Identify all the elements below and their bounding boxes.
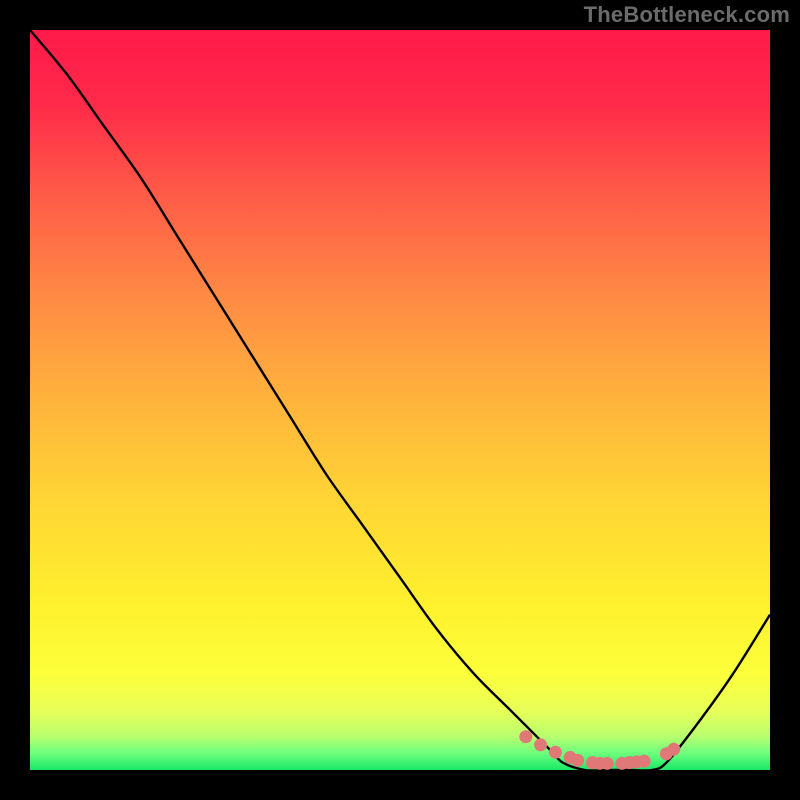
watermark-text: TheBottleneck.com [584, 2, 790, 28]
bottleneck-chart [0, 0, 800, 800]
optimal-dot [549, 746, 562, 759]
optimal-dot [601, 757, 614, 770]
optimal-dot [667, 743, 680, 756]
optimal-dot [519, 730, 532, 743]
optimal-dot [534, 738, 547, 751]
optimal-dot [638, 755, 651, 768]
optimal-dot [571, 754, 584, 767]
gradient-background [30, 30, 770, 770]
chart-root: TheBottleneck.com [0, 0, 800, 800]
